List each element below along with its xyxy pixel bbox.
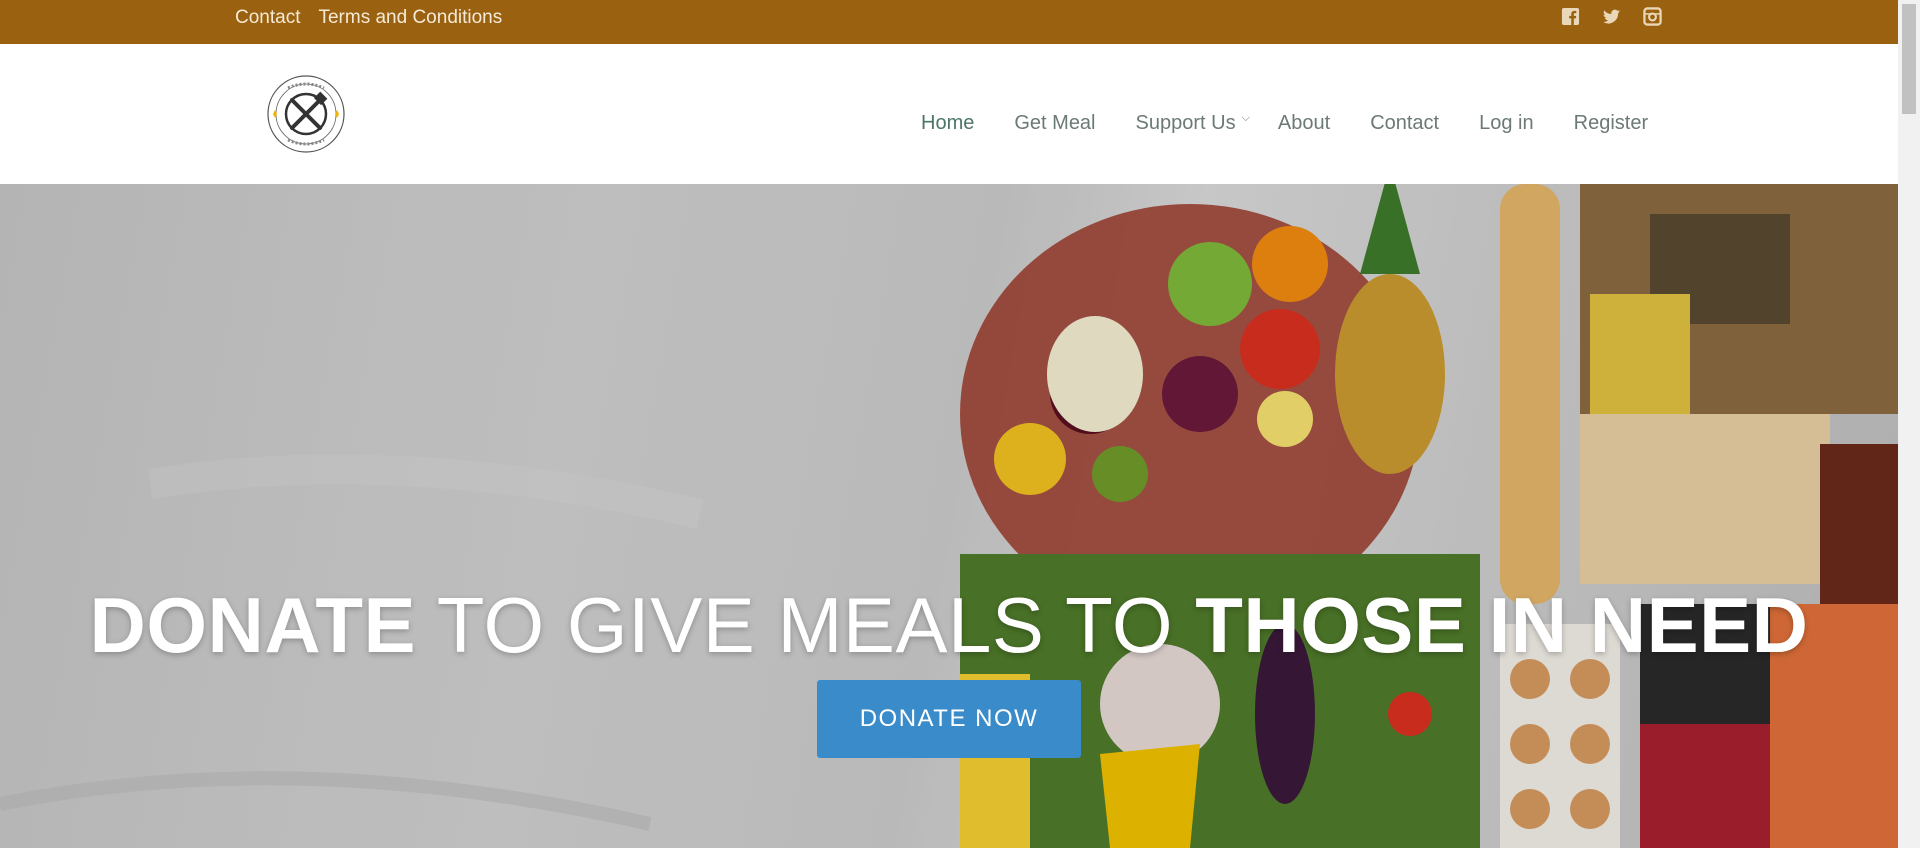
nav-login[interactable]: Log in [1479,110,1534,136]
nav-support-us-dropdown[interactable]: Support Us ⌵ [1136,110,1250,136]
donate-now-button[interactable]: DONATE NOW [817,680,1081,758]
nav-register[interactable]: Register [1574,110,1648,136]
hero-title-need: THOSE IN NEED [1195,581,1809,669]
hero-title-middle: TO GIVE MEALS TO [416,581,1196,669]
nav-contact[interactable]: Contact [1370,110,1439,136]
nav-support-us[interactable]: Support Us [1136,110,1236,136]
instagram-icon[interactable] [1643,7,1662,26]
hero-title-donate: DONATE [89,581,417,669]
twitter-icon[interactable] [1602,7,1621,26]
nav-about[interactable]: About [1278,110,1330,136]
chevron-down-icon: ⌵ [1241,112,1250,124]
top-links: Contact Terms and Conditions [235,6,502,30]
top-bar: Contact Terms and Conditions [0,0,1898,44]
nav-get-meal[interactable]: Get Meal [1014,110,1095,136]
nav-home[interactable]: Home [921,110,974,136]
top-contact-link[interactable]: Contact [235,6,300,30]
hero-section: DONATE TO GIVE MEALS TO THOSE IN NEED DO… [0,184,1898,848]
logo[interactable] [266,74,346,154]
hero-title: DONATE TO GIVE MEALS TO THOSE IN NEED [0,580,1898,671]
terms-link[interactable]: Terms and Conditions [318,6,502,30]
page-scrollbar[interactable] [1898,0,1920,848]
scrollbar-thumb[interactable] [1902,4,1916,114]
site-header: Home Get Meal Support Us ⌵ About Contact… [0,44,1898,184]
facebook-icon[interactable] [1561,7,1580,26]
main-nav: Home Get Meal Support Us ⌵ About Contact… [921,110,1688,136]
social-links [1561,7,1662,26]
